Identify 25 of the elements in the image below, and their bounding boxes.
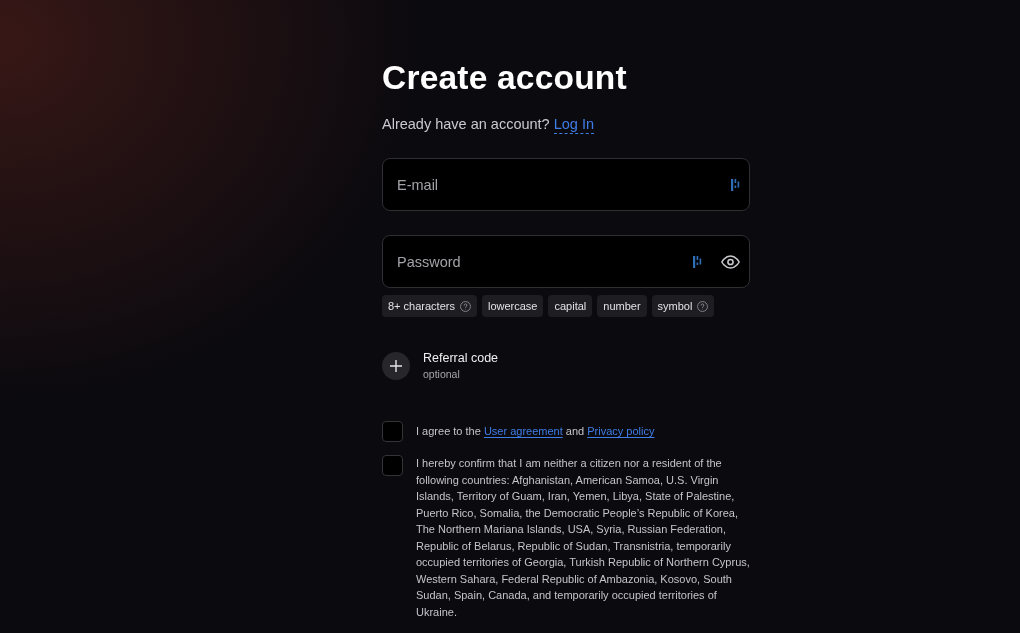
login-link[interactable]: Log In [553, 115, 594, 134]
policy-link[interactable]: Privacy policy [587, 425, 655, 438]
password-field[interactable]: Password [382, 235, 750, 288]
password-rule-chip: symbol [651, 295, 715, 317]
plus-icon [390, 360, 402, 372]
bars-icon[interactable] [693, 255, 702, 268]
consent-text: I agree to the User agreement and Privacy policy [416, 424, 656, 440]
referral-label: Referral code [423, 351, 499, 365]
page-title: Create account [382, 58, 628, 98]
optional-note: optional [423, 368, 461, 381]
email-field[interactable]: E-mail [382, 158, 750, 211]
help-icon[interactable] [697, 300, 709, 312]
login-prompt: Already have an account? [382, 115, 550, 133]
password-rule-chip: number [597, 295, 647, 317]
checkbox[interactable] [382, 455, 403, 476]
password-rule-chip: capital [548, 295, 593, 317]
consent-text: I hereby confirm that I am neither a citizen nor a resident of the following countries: Afghanistan, American Samoa, U.S. Virgin Islands, Territory of Guam, Iran, Yemen, Libya, State of Palestine, Puerto Rico, Somalia, the Democratic People’s Republic of Korea, The Northern Mariana Islands, USA, Syria, Russian Federation, Republic of Belarus, Republic of Sudan, Transnistria, temporarily occupied territories of Georgia, Turkish Republic of Northern Cyprus, Western Sahara, Federal Republic of Ambazonia, Kosovo, South Sudan, Spain, Canada, and temporarily occupied territories of Ukraine. [416, 456, 750, 620]
help-icon[interactable] [459, 300, 471, 312]
password-rule-chip: 8+ characters [382, 295, 477, 317]
bars-icon[interactable] [731, 178, 740, 191]
policy-link[interactable]: User agreement [483, 425, 563, 438]
eye-icon[interactable] [721, 254, 740, 269]
checkbox[interactable] [382, 421, 403, 442]
add-referral-button[interactable] [382, 352, 410, 380]
password-rule-chip: lowercase [481, 295, 544, 317]
